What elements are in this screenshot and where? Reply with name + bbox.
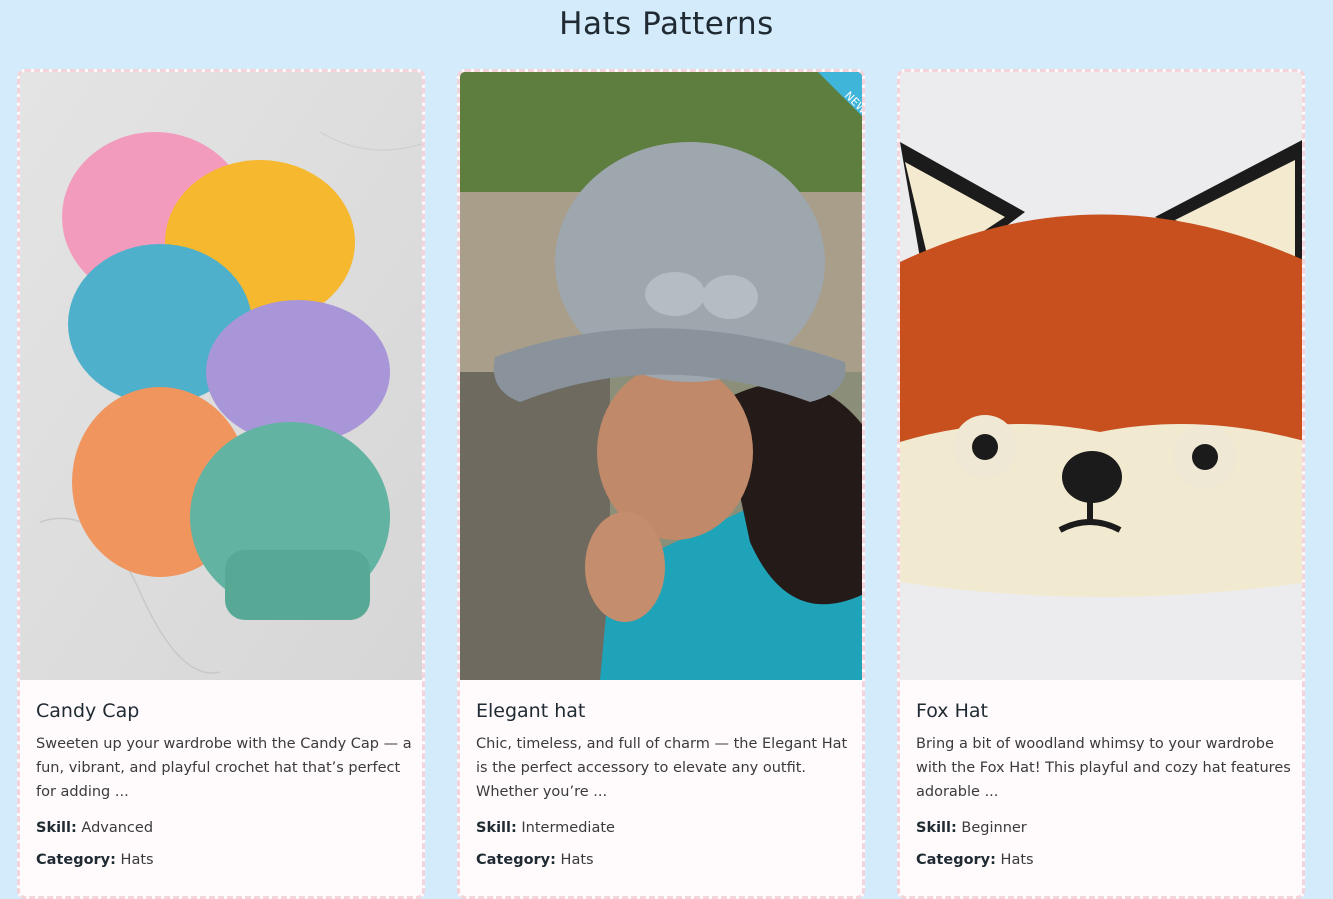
pattern-card-grid: Candy Cap Sweeten up your wardrobe with … — [17, 69, 1317, 899]
fox-hat-photo — [900, 72, 1302, 680]
category-label: Category: — [476, 852, 556, 868]
pattern-image-elegant-hat[interactable]: NEW — [460, 72, 862, 680]
card-title[interactable]: Fox Hat — [916, 700, 1292, 722]
skill-row: Skill: Intermediate — [476, 820, 852, 836]
card-description: Bring a bit of woodland whimsy to your w… — [916, 736, 1291, 800]
skill-label: Skill: — [476, 820, 517, 836]
pattern-card-fox-hat[interactable]: Fox Hat Bring a bit of woodland whimsy t… — [897, 69, 1305, 899]
pattern-image-candy-cap[interactable] — [20, 72, 422, 680]
card-title[interactable]: Candy Cap — [36, 700, 412, 722]
category-label: Category: — [36, 852, 116, 868]
pattern-card-elegant-hat[interactable]: NEW Elegant hat Chic, timeless, and full… — [457, 69, 865, 899]
skill-value: Advanced — [81, 820, 154, 836]
skill-label: Skill: — [36, 820, 77, 836]
woman-cloche-photo: NEW — [460, 72, 862, 680]
category-value: Hats — [120, 852, 154, 868]
skill-label: Skill: — [916, 820, 957, 836]
skill-row: Skill: Advanced — [36, 820, 412, 836]
card-description: Sweeten up your wardrobe with the Candy … — [36, 736, 412, 800]
skill-value: Intermediate — [521, 820, 615, 836]
pattern-card-candy-cap[interactable]: Candy Cap Sweeten up your wardrobe with … — [17, 69, 425, 899]
category-label: Category: — [916, 852, 996, 868]
skill-value: Beginner — [961, 820, 1027, 836]
page-title: Hats Patterns — [559, 6, 774, 42]
beanies-photo — [20, 72, 422, 680]
skill-row: Skill: Beginner — [916, 820, 1292, 836]
category-row: Category: Hats — [916, 852, 1292, 868]
category-value: Hats — [1000, 852, 1034, 868]
card-description: Chic, timeless, and full of charm — the … — [476, 736, 848, 800]
category-row: Category: Hats — [36, 852, 412, 868]
category-value: Hats — [560, 852, 594, 868]
category-row: Category: Hats — [476, 852, 852, 868]
card-title[interactable]: Elegant hat — [476, 700, 852, 722]
pattern-image-fox-hat[interactable] — [900, 72, 1302, 680]
